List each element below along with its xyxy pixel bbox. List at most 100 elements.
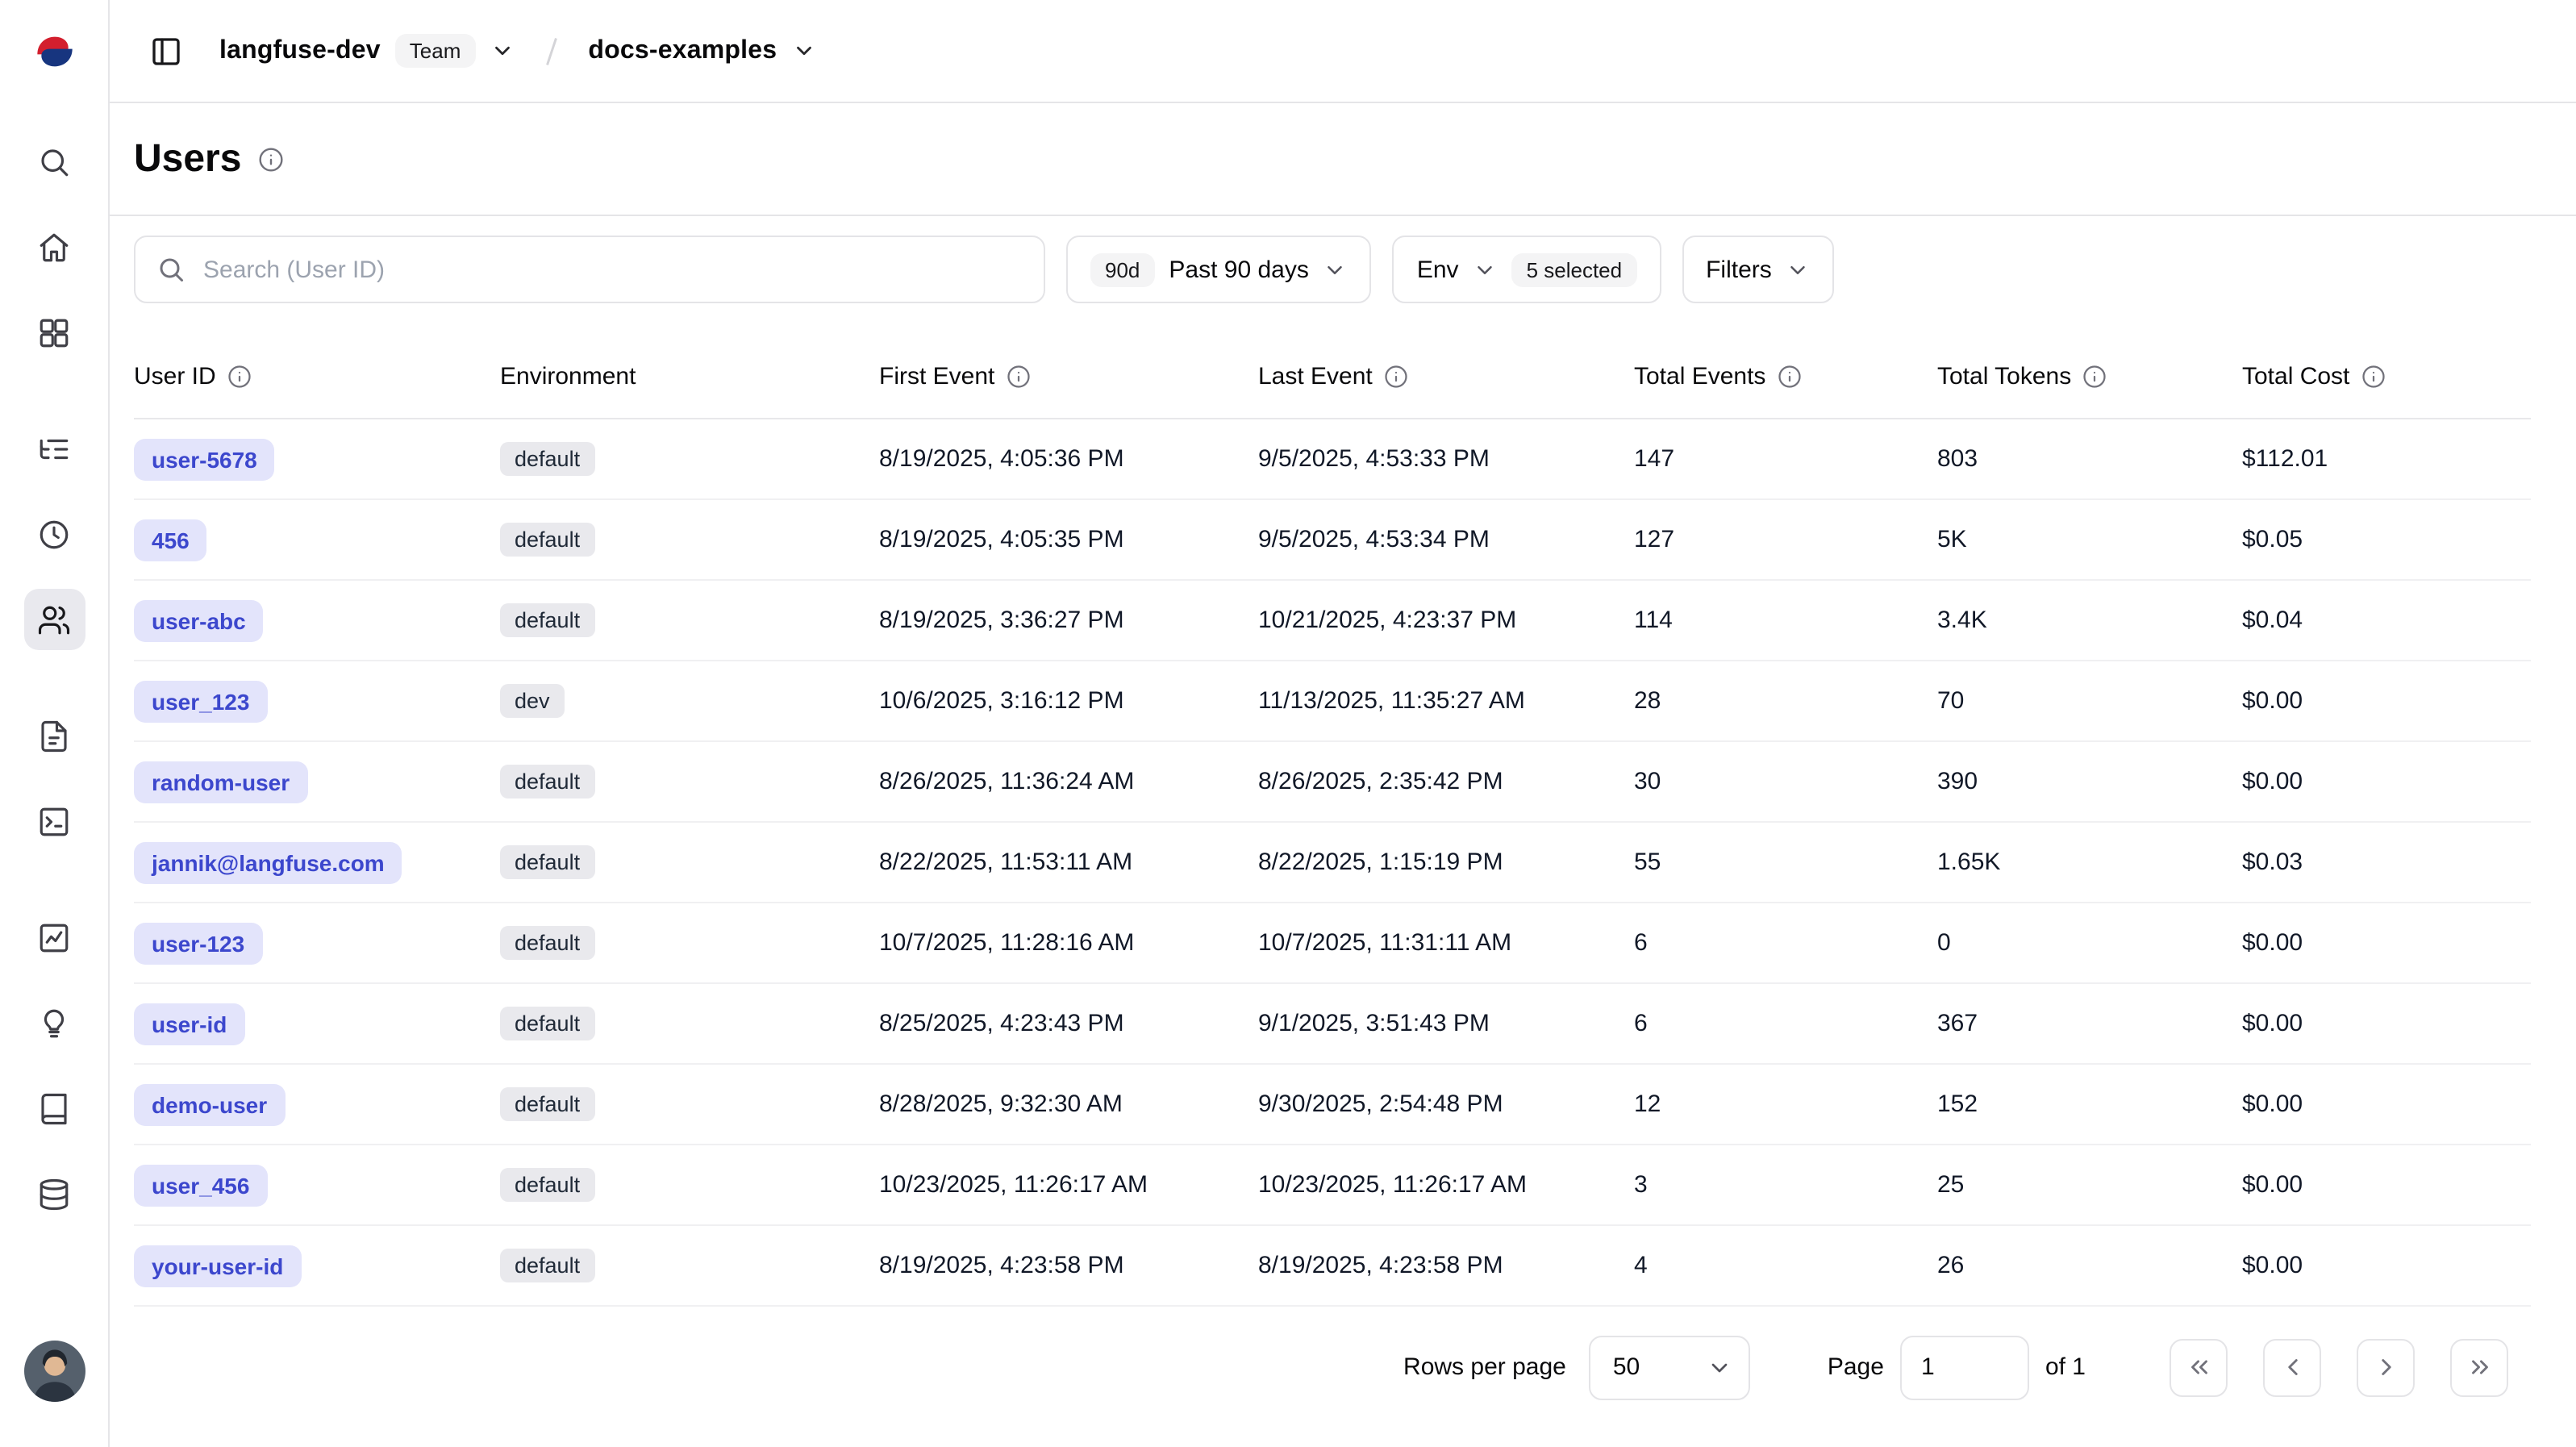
environment-cell: default [500,442,879,476]
sessions-clock-icon [37,517,71,551]
sidebar-item-tracing[interactable] [23,418,85,479]
column-header-last-event[interactable]: Last Event [1258,363,1634,390]
first-event-cell: 10/7/2025, 11:28:16 AM [879,929,1258,957]
table-row[interactable]: user-abc default 8/19/2025, 3:36:27 PM 1… [134,581,2531,661]
table-row[interactable]: 456 default 8/19/2025, 4:05:35 PM 9/5/20… [134,500,2531,581]
column-header-first-event[interactable]: First Event [879,363,1258,390]
database-icon [37,1177,71,1211]
info-icon[interactable] [1006,365,1030,389]
total-cost-cell: $0.00 [2242,687,2531,715]
user-id-cell: user-5678 [134,438,500,480]
column-header-user-id[interactable]: User ID [134,363,500,390]
page-info-icon[interactable] [257,146,283,172]
playground-terminal-icon [37,804,71,838]
search-icon [37,144,71,178]
next-page-button[interactable] [2357,1338,2415,1396]
langfuse-logo[interactable] [0,0,108,103]
user-id-cell: user-id [134,1003,500,1045]
last-page-button[interactable] [2450,1338,2508,1396]
sidebar-item-search[interactable] [23,131,85,192]
user-id-cell: 456 [134,519,500,561]
total-tokens-cell: 25 [1937,1171,2242,1199]
info-icon[interactable] [1384,365,1408,389]
environment-selected-badge: 5 selected [1512,252,1637,286]
user-id-badge[interactable]: user-123 [134,922,262,964]
user-id-badge[interactable]: your-user-id [134,1245,301,1286]
table-row[interactable]: your-user-id default 8/19/2025, 4:23:58 … [134,1226,2531,1307]
users-table-header: User ID Environment First Event Last Eve… [134,336,2531,419]
last-event-cell: 10/23/2025, 11:26:17 AM [1258,1171,1634,1199]
info-icon[interactable] [2082,365,2107,389]
sidebar-item-dashboards[interactable] [23,302,85,363]
environment-filter-label: Env [1417,256,1459,283]
page-number-input[interactable] [1900,1335,2029,1399]
chevron-down-icon [1786,257,1811,281]
total-events-cell: 6 [1634,1010,1937,1037]
sidebar-item-playground[interactable] [23,790,85,852]
rows-per-page-value: 50 [1613,1353,1640,1381]
sidebar-toggle-button[interactable] [139,23,194,78]
org-badge: Team [395,34,476,68]
column-header-environment[interactable]: Environment [500,363,879,390]
total-events-cell: 127 [1634,526,1937,553]
evaluations-chart-icon [37,920,71,954]
table-row[interactable]: demo-user default 8/28/2025, 9:32:30 AM … [134,1065,2531,1145]
environment-cell: default [500,926,879,960]
environment-badge: default [500,1087,594,1121]
filters-button[interactable]: Filters [1682,236,1835,303]
sidebar-item-prompts[interactable] [23,705,85,766]
last-event-cell: 10/7/2025, 11:31:11 AM [1258,929,1634,957]
user-id-badge[interactable]: 456 [134,519,207,561]
user-id-badge[interactable]: random-user [134,761,307,803]
previous-page-button[interactable] [2263,1338,2321,1396]
user-id-cell: random-user [134,761,500,803]
user-id-cell: user_123 [134,680,500,722]
environment-filter[interactable]: Env 5 selected [1393,236,1661,303]
user-avatar[interactable] [23,1341,85,1402]
column-header-total-events[interactable]: Total Events [1634,363,1937,390]
environment-badge: default [500,926,594,960]
sidebar-item-database[interactable] [23,1163,85,1224]
user-id-badge[interactable]: user_123 [134,680,267,722]
column-label: User ID [134,363,216,390]
table-row[interactable]: user_123 dev 10/6/2025, 3:16:12 PM 11/13… [134,661,2531,742]
info-icon[interactable] [2361,365,2385,389]
user-id-badge[interactable]: user-id [134,1003,244,1045]
info-icon[interactable] [1777,365,1801,389]
table-row[interactable]: jannik@langfuse.com default 8/22/2025, 1… [134,823,2531,903]
user-id-badge[interactable]: jannik@langfuse.com [134,841,402,883]
rows-per-page-select[interactable]: 50 [1589,1335,1750,1399]
dashboards-icon [37,315,71,349]
sidebar-item-sessions[interactable] [23,503,85,565]
total-cost-cell: $0.03 [2242,849,2531,876]
total-events-cell: 30 [1634,768,1937,795]
date-range-picker[interactable]: 90d Past 90 days [1066,236,1372,303]
sidebar-item-users[interactable] [23,589,85,650]
table-row[interactable]: user_456 default 10/23/2025, 11:26:17 AM… [134,1145,2531,1226]
sidebar-item-evaluations[interactable] [23,907,85,968]
project-switcher[interactable]: docs-examples [588,36,815,65]
top-bar: langfuse-dev Team docs-examples [110,0,2576,103]
info-icon[interactable] [227,365,252,389]
environment-badge: dev [500,684,565,718]
total-events-cell: 3 [1634,1171,1937,1199]
sidebar-item-home[interactable] [23,216,85,277]
first-event-cell: 8/19/2025, 4:05:35 PM [879,526,1258,553]
table-row[interactable]: user-5678 default 8/19/2025, 4:05:36 PM … [134,419,2531,500]
column-header-total-cost[interactable]: Total Cost [2242,363,2531,390]
sidebar-item-datasets[interactable] [23,1078,85,1139]
user-id-badge[interactable]: user_456 [134,1164,267,1206]
table-row[interactable]: random-user default 8/26/2025, 11:36:24 … [134,742,2531,823]
org-switcher[interactable]: langfuse-dev Team [219,34,514,68]
table-row[interactable]: user-id default 8/25/2025, 4:23:43 PM 9/… [134,984,2531,1065]
user-id-badge[interactable]: user-5678 [134,438,275,480]
user-id-badge[interactable]: user-abc [134,599,264,641]
table-row[interactable]: user-123 default 10/7/2025, 11:28:16 AM … [134,903,2531,984]
column-header-total-tokens[interactable]: Total Tokens [1937,363,2242,390]
page-header: Users [110,103,2576,216]
search-input[interactable] [200,254,1023,285]
first-page-button[interactable] [2170,1338,2228,1396]
user-id-badge[interactable]: demo-user [134,1083,285,1125]
users-table: User ID Environment First Event Last Eve… [110,303,2576,1307]
sidebar-item-annotations[interactable] [23,992,85,1053]
